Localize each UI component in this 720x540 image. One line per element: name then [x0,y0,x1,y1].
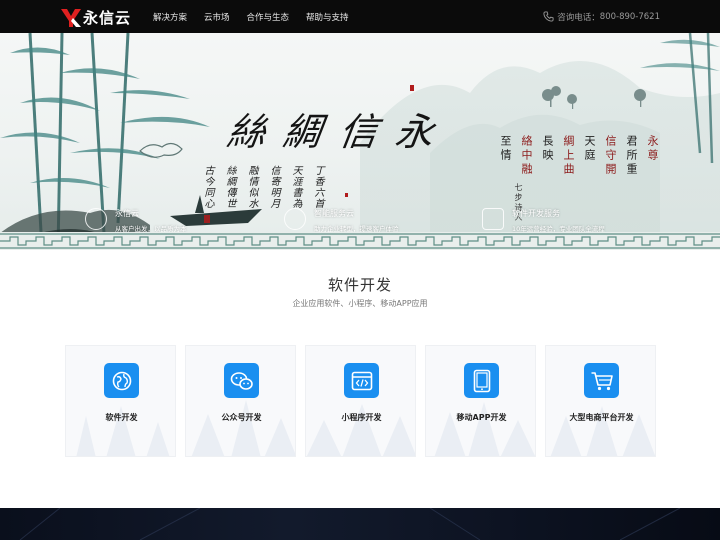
calligraphy-char: 永 [392,110,437,154]
hero-feature-title: 智能服务云 [314,209,354,218]
script-line: 信寄明月 [268,165,279,209]
script-line: 絲綢傳世 [224,165,235,209]
dark-section-background [0,508,720,540]
devices-icon [482,208,504,230]
nav-item-help[interactable]: 帮助与支持 [306,11,349,23]
phone-icon [543,11,554,22]
verse-block: 永尊 君所重 信守開 天庭 綢上曲 長映 絡中融 至情 [499,135,659,177]
nav-item-solutions[interactable]: 解决方案 [153,11,187,23]
logo[interactable]: 永信云 [61,7,131,28]
service-card-label: 公众号开发 [221,413,262,422]
nav-item-cloud-market[interactable]: 云市场 [204,11,230,23]
calligraphy-char: 信 [336,110,381,154]
hero-feature-title: 永信云 [115,209,139,218]
logo-text: 永信云 [83,9,132,27]
cursive-script-block: 丁香六首 天涯書為 信寄明月 融情似水 絲綢傳世 古今同心 [200,165,325,209]
hotline-label: 咨询电话： [557,12,600,23]
section-subtitle: 企业应用软件、小程序、移动APP应用 [292,299,428,308]
service-card-label: 小程序开发 [341,413,382,422]
service-card-label: 大型电商平台开发 [569,413,634,422]
service-card-mini-program[interactable]: 小程序开发 [305,345,416,457]
wechat-icon [224,363,259,398]
hotline-number: 800-890-7621 [599,11,660,22]
calligraphy-title: 絲 綢 信 永 [224,101,436,156]
nav-item-partners[interactable]: 合作与生态 [247,11,290,23]
section-title: 软件开发 [327,276,392,294]
verse-column: 綢上曲 [562,135,575,177]
script-line: 丁香六首 [312,165,323,209]
service-card-software[interactable]: 软件开发 [65,345,176,457]
hero-feature-title: 软件开发服务 [512,209,560,218]
verse-column: 長映 [541,135,554,163]
service-card-grid: 软件开发 公众号开发 小程序开发 移动APP开发 大型电商平台开发 [65,345,656,457]
globe-icon [104,363,139,398]
service-card-label: 软件开发 [105,413,138,422]
top-nav-bar: 永信云 解决方案 云市场 合作与生态 帮助与支持 咨询电话： 800-890-7… [0,0,720,33]
tablet-icon [464,363,499,398]
verse-column: 天庭 [583,135,596,163]
script-line: 天涯書為 [290,165,301,209]
cloud-ring-icon [85,208,107,230]
cart-icon [584,363,619,398]
service-card-wechat[interactable]: 公众号开发 [185,345,296,457]
hotline[interactable]: 咨询电话： 800-890-7621 [543,0,660,33]
verse-column: 信守開 [604,135,617,177]
main-nav: 解决方案 云市场 合作与生态 帮助与支持 [153,0,366,33]
cloud-icon [284,208,306,230]
service-card-mobile-app[interactable]: 移动APP开发 [425,345,536,457]
logo-mark-icon [61,8,81,27]
verse-column: 絡中融 [520,135,533,177]
calligraphy-char: 絲 [224,110,269,154]
calligraphy-char: 綢 [280,110,325,154]
verse-column: 君所重 [625,135,638,177]
verse-column: 永尊 [646,135,659,163]
service-card-ecommerce[interactable]: 大型电商平台开发 [545,345,656,457]
script-line: 融情似水 [246,165,257,209]
code-window-icon [344,363,379,398]
fretwork-border [0,232,720,250]
dark-section-pattern [19,508,681,540]
hero-banner: 絲 綢 信 永 丁香六首 天涯書為 信寄明月 融情似水 絲綢傳世 古今同心 永尊… [0,33,720,250]
verse-column: 至情 [499,135,512,163]
script-line: 古今同心 [202,165,213,209]
service-card-label: 移动APP开发 [456,413,507,422]
